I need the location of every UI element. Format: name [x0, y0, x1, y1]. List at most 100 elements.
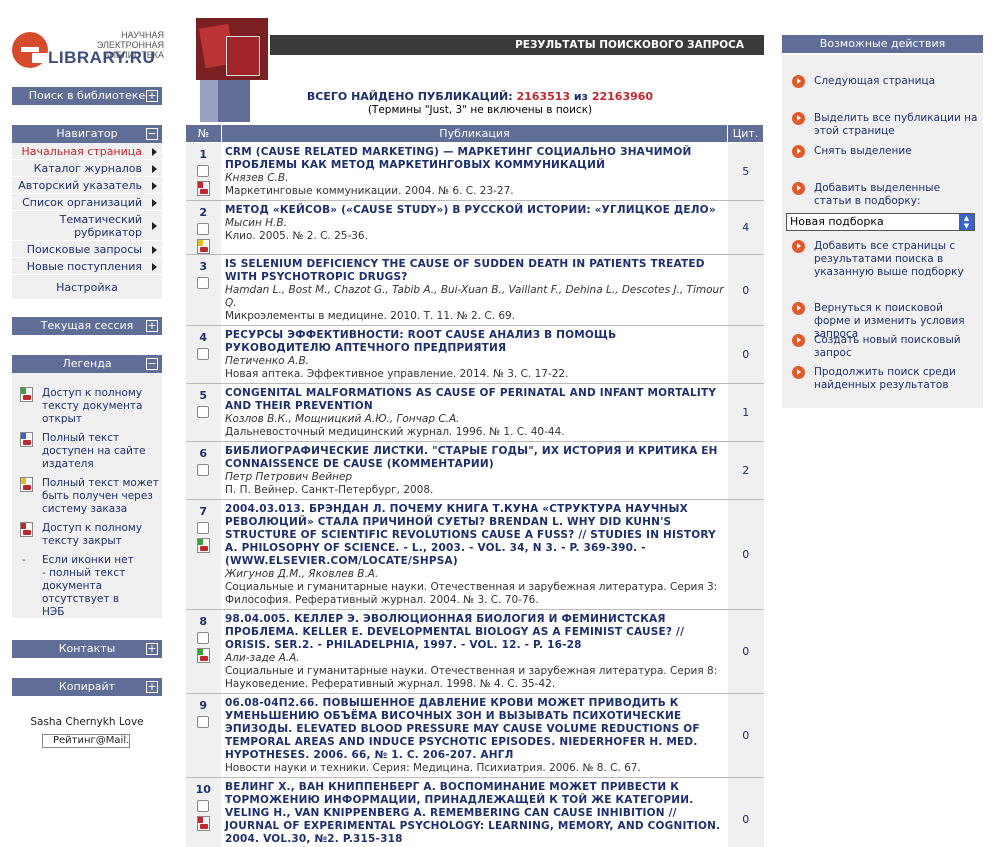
publication-source[interactable]: Социальные и гуманитарные науки. Отечест… [225, 581, 724, 607]
publication-source[interactable]: Социальные и гуманитарные науки. Отечест… [225, 665, 724, 691]
publication-title[interactable]: МЕТОД «КЕЙСОВ» («CAUSE STUDY») В РУССКОЙ… [225, 204, 724, 217]
action-deselect[interactable]: Снять выделение [790, 145, 980, 158]
publication-cell: 2004.03.013. БРЭНДАН Л. ПОЧЕМУ КНИГА Т.К… [221, 499, 728, 610]
publication-title[interactable]: БИБЛИОГРАФИЧЕСКИЕ ЛИСТКИ. "СТАРЫЕ ГОДЫ",… [225, 445, 724, 471]
citations-count[interactable]: 0 [727, 325, 764, 384]
arrow-right-icon [152, 246, 157, 254]
nav-settings[interactable]: Настройка [12, 279, 162, 297]
citations-count[interactable]: 0 [727, 777, 764, 847]
publication-title[interactable]: IS SELENIUM DEFICIENCY THE CAUSE OF SUDD… [225, 258, 724, 284]
arrow-right-icon [152, 199, 157, 207]
expand-icon[interactable]: + [146, 320, 158, 332]
publication-title[interactable]: 06.08-04П2.66. ПОВЫШЕННОЕ ДАВЛЕНИЕ КРОВИ… [225, 697, 724, 762]
nav-journals[interactable]: Каталог журналов [12, 160, 162, 177]
action-select-all[interactable]: Выделить все публикации на этой странице [790, 112, 980, 138]
table-row: 3 IS SELENIUM DEFICIENCY THE CAUSE OF SU… [185, 254, 764, 326]
publication-authors[interactable]: Петиченко А.В. [225, 355, 724, 368]
search-library-header[interactable]: Поиск в библиотеке + [12, 87, 162, 105]
row-number: 4 [199, 331, 208, 344]
nav-rubricator[interactable]: Тематический рубрикатор [12, 211, 162, 241]
row-checkbox[interactable] [197, 464, 210, 476]
publication-source[interactable]: Новая аптека. Эффективное управление. 20… [225, 368, 724, 381]
table-row: 6 БИБЛИОГРАФИЧЕСКИЕ ЛИСТКИ. "СТАРЫЕ ГОДЫ… [185, 441, 764, 500]
pdf-icon[interactable] [196, 181, 210, 196]
nav-home[interactable]: Начальная страница [12, 143, 162, 160]
publication-source[interactable]: Маркетинговые коммуникации. 2004. № 6. С… [225, 185, 724, 198]
row-checkbox[interactable] [197, 348, 210, 360]
action-new-query[interactable]: Создать новый поисковый запрос [790, 334, 980, 360]
table-row: 2 МЕТОД «КЕЙСОВ» («CAUSE STUDY») В РУССК… [185, 200, 764, 255]
publication-title[interactable]: РЕСУРСЫ ЭФФЕКТИВНОСТИ: ROOT CAUSE АНАЛИЗ… [225, 329, 724, 355]
arrow-right-icon [152, 148, 157, 156]
row-checkbox[interactable] [197, 716, 210, 728]
publication-authors[interactable]: Козлов В.К., Мощницкий А.Ю., Гончар С.А. [225, 413, 724, 426]
expand-icon[interactable]: + [146, 90, 158, 102]
pdf-icon[interactable] [196, 239, 210, 254]
row-checkbox[interactable] [197, 277, 210, 289]
nav-authors[interactable]: Авторский указатель [12, 177, 162, 194]
publication-authors[interactable]: Петр Петрович Вейнер [225, 471, 724, 484]
current-session-header[interactable]: Текущая сессия + [12, 317, 162, 335]
action-add-all-pages[interactable]: Добавить все страницы с результатами пои… [790, 240, 980, 279]
rating-counter[interactable]: Рейтинг@Mail.ru [42, 734, 130, 748]
legend-header[interactable]: Легенда − [12, 355, 162, 373]
action-next-page[interactable]: Следующая страница [790, 75, 980, 88]
publication-cell: IS SELENIUM DEFICIENCY THE CAUSE OF SUDD… [221, 254, 728, 326]
row-checkbox[interactable] [197, 406, 210, 418]
row-checkbox[interactable] [197, 223, 210, 235]
arrow-right-icon [152, 165, 157, 173]
publication-authors[interactable]: Жигунов Д.М., Яковлев В.А. [225, 568, 724, 581]
collapse-icon[interactable]: − [146, 358, 158, 370]
legend-open-access: Доступ к полному тексту документа открыт [12, 387, 162, 426]
contacts-header[interactable]: Контакты + [12, 640, 162, 658]
citations-count[interactable]: 0 [727, 499, 764, 610]
citations-count[interactable]: 4 [727, 200, 764, 255]
col-pub-header: Публикация [221, 124, 728, 143]
pdf-icon[interactable] [196, 648, 210, 663]
publication-authors[interactable]: Мысин Н.В. [225, 217, 724, 230]
row-number-cell: 9 [185, 693, 222, 778]
row-checkbox[interactable] [197, 800, 210, 812]
citations-count[interactable]: 1 [727, 383, 764, 442]
arrow-bullet-icon [792, 145, 805, 158]
collapse-icon[interactable]: − [146, 128, 158, 140]
pdf-icon[interactable] [196, 538, 210, 553]
publication-authors[interactable]: Hamdan L., Bost M., Chazot G., Tabib A.,… [225, 284, 724, 310]
nav-organizations[interactable]: Список организаций [12, 194, 162, 211]
row-number: 7 [199, 505, 208, 518]
navigator-header[interactable]: Навигатор − [12, 125, 162, 143]
citations-count[interactable]: 2 [727, 441, 764, 500]
nav-search-queries[interactable]: Поисковые запросы [12, 241, 162, 258]
publication-title[interactable]: 2004.03.013. БРЭНДАН Л. ПОЧЕМУ КНИГА Т.К… [225, 503, 724, 568]
sasha-text: Sasha Chernykh Love [30, 716, 144, 728]
action-add-selected[interactable]: Добавить выделенные статьи в подборку: [790, 182, 980, 208]
publication-source[interactable]: Дальневосточный медицинский журнал. 1996… [225, 426, 724, 439]
publication-title[interactable]: CONGENITAL MALFORMATIONS AS CAUSE OF PER… [225, 387, 724, 413]
citations-count[interactable]: 0 [727, 254, 764, 326]
citations-count[interactable]: 5 [727, 142, 764, 201]
row-checkbox[interactable] [197, 165, 210, 177]
pdf-icon[interactable] [196, 816, 210, 831]
expand-icon[interactable]: + [146, 643, 158, 655]
expand-icon[interactable]: + [146, 681, 158, 693]
action-search-within[interactable]: Продолжить поиск среди найденных результ… [790, 366, 980, 392]
citations-count[interactable]: 0 [727, 609, 764, 694]
publication-title[interactable]: 98.04.005. КЕЛЛЕР Э. ЭВОЛЮЦИОННАЯ БИОЛОГ… [225, 613, 724, 652]
publication-source[interactable]: Новости науки и техники. Серия: Медицина… [225, 762, 724, 775]
arrow-bullet-icon [792, 334, 805, 347]
publication-source[interactable]: Клио. 2005. № 2. С. 25-36. [225, 230, 724, 243]
row-number: 6 [199, 447, 208, 460]
elibrary-logo[interactable]: НАУЧНАЯ ЭЛЕКТРОННАЯ БИБЛИОТЕКА LIBRARY.RU [12, 28, 172, 72]
copyright-header[interactable]: Копирайт + [12, 678, 162, 696]
row-checkbox[interactable] [197, 522, 210, 534]
publication-source[interactable]: Микроэлементы в медицине. 2010. Т. 11. №… [225, 310, 724, 323]
row-checkbox[interactable] [197, 632, 210, 644]
publication-title[interactable]: CRM (CAUSE RELATED MARKETING) — МАРКЕТИН… [225, 146, 724, 172]
collection-select[interactable]: Новая подборка ▲ ▼ [786, 213, 975, 231]
publication-authors[interactable]: Князев С.В. [225, 172, 724, 185]
citations-count[interactable]: 0 [727, 693, 764, 778]
publication-authors[interactable]: Али-заде А.А. [225, 652, 724, 665]
publication-source[interactable]: П. П. Вейнер. Санкт-Петербург, 2008. [225, 484, 724, 497]
nav-new-arrivals[interactable]: Новые поступления [12, 258, 162, 275]
publication-title[interactable]: ВЕЛИНГ Х., ВАН КНИППЕНБЕРГ А. ВОСПОМИНАН… [225, 781, 724, 846]
